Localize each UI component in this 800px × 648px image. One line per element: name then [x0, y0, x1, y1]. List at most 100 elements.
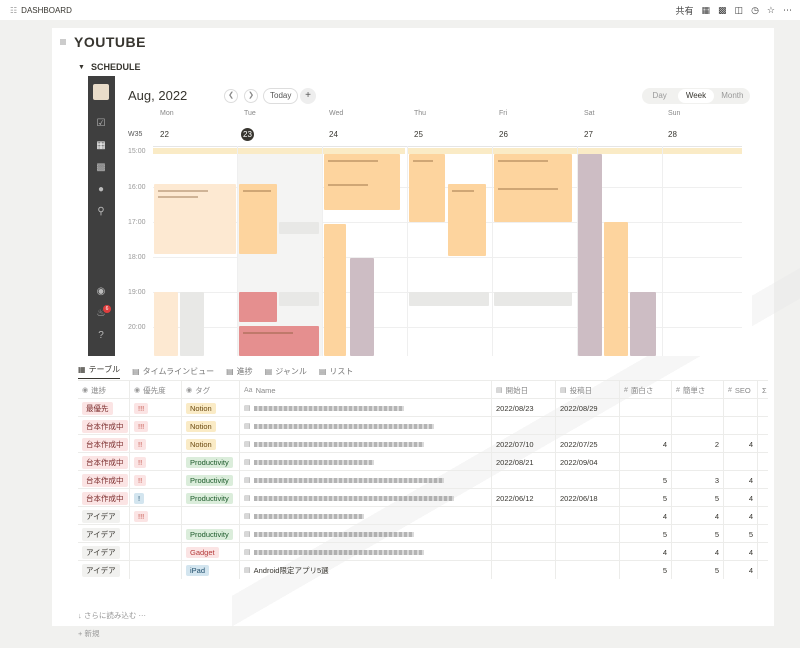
- status-cell[interactable]: アイデア: [78, 561, 130, 579]
- post-date-cell[interactable]: [556, 417, 620, 435]
- tag-cell[interactable]: Gadget: [182, 543, 240, 561]
- status-cell[interactable]: アイデア: [78, 507, 130, 525]
- search-icon[interactable]: ⚲: [95, 206, 107, 218]
- easy-cell[interactable]: 4: [672, 543, 724, 561]
- tag-cell[interactable]: Productivity: [182, 525, 240, 543]
- seo-cell[interactable]: 5: [724, 525, 758, 543]
- calendar-event[interactable]: [604, 222, 628, 356]
- apps-icon[interactable]: ▩: [718, 5, 727, 16]
- post-date-cell[interactable]: [556, 543, 620, 561]
- calendar-event[interactable]: [180, 292, 204, 356]
- easy-cell[interactable]: 5: [672, 489, 724, 507]
- history-icon[interactable]: ◷: [751, 5, 759, 16]
- avatar[interactable]: [93, 84, 109, 100]
- add-event-button[interactable]: +: [300, 88, 316, 104]
- calendar-event[interactable]: [239, 326, 319, 356]
- calendar-event[interactable]: [494, 154, 572, 222]
- schedule-toggle[interactable]: ▼ SCHEDULE: [78, 62, 140, 72]
- column-header[interactable]: ◉ 優先度: [130, 381, 182, 399]
- name-cell[interactable]: ▤: [240, 543, 492, 561]
- fun-cell[interactable]: 5: [620, 471, 672, 489]
- easy-cell[interactable]: 5: [672, 525, 724, 543]
- priority-cell[interactable]: [130, 561, 182, 579]
- tag-cell[interactable]: Productivity: [182, 471, 240, 489]
- calendar-event[interactable]: [630, 292, 656, 356]
- start-date-cell[interactable]: 2022/08/21: [492, 453, 556, 471]
- seo-cell[interactable]: 4: [724, 471, 758, 489]
- name-cell[interactable]: ▤: [240, 453, 492, 471]
- start-date-cell[interactable]: [492, 507, 556, 525]
- more-icon[interactable]: ⋯: [783, 5, 792, 16]
- fun-cell[interactable]: 5: [620, 489, 672, 507]
- next-arrow-icon[interactable]: ❯: [244, 89, 258, 103]
- calendar-event[interactable]: [409, 154, 445, 222]
- grid-icon[interactable]: ▦: [702, 5, 711, 16]
- column-header[interactable]: ▤ 開始日: [492, 381, 556, 399]
- seo-cell[interactable]: 4: [724, 435, 758, 453]
- fun-cell[interactable]: [620, 453, 672, 471]
- table-row[interactable]: 台本作成中! Productivity ▤ 2022/06/12 2022/06/18 5…: [78, 488, 768, 507]
- calendar-event[interactable]: [578, 154, 602, 356]
- checkbox-icon[interactable]: ☑: [95, 118, 107, 130]
- name-cell[interactable]: ▤: [240, 435, 492, 453]
- breadcrumb[interactable]: ☷ DASHBOARD: [0, 6, 676, 15]
- calendar-event[interactable]: [279, 292, 319, 306]
- apps-icon[interactable]: ▩: [95, 162, 107, 174]
- start-date-cell[interactable]: [492, 561, 556, 579]
- priority-cell[interactable]: !!: [130, 471, 182, 489]
- calendar-event[interactable]: [324, 154, 400, 210]
- name-cell[interactable]: ▤: [240, 399, 492, 417]
- tab-progress[interactable]: ▤ 進捗: [226, 364, 253, 379]
- start-date-cell[interactable]: 2022/06/12: [492, 489, 556, 507]
- fun-cell[interactable]: 4: [620, 435, 672, 453]
- share-button[interactable]: 共有: [676, 4, 694, 17]
- calendar-event[interactable]: [279, 222, 319, 234]
- calendar-event[interactable]: [239, 292, 277, 322]
- fun-cell[interactable]: 4: [620, 507, 672, 525]
- name-cell[interactable]: ▤: [240, 507, 492, 525]
- help-icon[interactable]: ?: [95, 330, 107, 342]
- table-row[interactable]: 台本作成中!! Productivity ▤ 5 3 4: [78, 470, 768, 489]
- fun-cell[interactable]: [620, 399, 672, 417]
- new-row-button[interactable]: + 新規: [78, 628, 99, 639]
- column-header[interactable]: # 簡単さ: [672, 381, 724, 399]
- location-icon[interactable]: ●: [95, 184, 107, 196]
- post-date-cell[interactable]: 2022/08/29: [556, 399, 620, 417]
- easy-cell[interactable]: 4: [672, 507, 724, 525]
- day-number[interactable]: 28: [668, 130, 677, 139]
- column-header[interactable]: ◉ タグ: [182, 381, 240, 399]
- calendar-event[interactable]: [154, 292, 178, 356]
- priority-cell[interactable]: !!!: [130, 399, 182, 417]
- load-more-button[interactable]: ↓ さらに読み込む ⋯: [78, 610, 146, 621]
- comment-icon[interactable]: ◫: [735, 5, 744, 16]
- priority-cell[interactable]: !!: [130, 435, 182, 453]
- toggle-triangle-icon[interactable]: ▼: [78, 64, 85, 71]
- name-cell[interactable]: ▤ Android限定アプリ5選: [240, 561, 492, 579]
- star-icon[interactable]: ☆: [767, 5, 775, 16]
- calendar-icon[interactable]: ▦: [95, 140, 107, 152]
- priority-cell[interactable]: !: [130, 489, 182, 507]
- table-row[interactable]: アイデア!!! ▤ 4 4 4: [78, 506, 768, 525]
- day-number[interactable]: 22: [160, 130, 169, 139]
- tag-cell[interactable]: Notion: [182, 417, 240, 435]
- easy-cell[interactable]: 3: [672, 471, 724, 489]
- fun-cell[interactable]: 5: [620, 525, 672, 543]
- tab-table[interactable]: ▦ テーブル: [78, 364, 121, 379]
- tab-genre[interactable]: ▤ ジャンル: [265, 364, 307, 379]
- priority-cell[interactable]: !!: [130, 453, 182, 471]
- tag-cell[interactable]: iPad: [182, 561, 240, 579]
- day-number[interactable]: 24: [329, 130, 338, 139]
- tab-list[interactable]: ▤ リスト: [319, 364, 354, 379]
- status-cell[interactable]: 台本作成中: [78, 453, 130, 471]
- table-row[interactable]: アイデア Productivity ▤ 5 5 5: [78, 524, 768, 543]
- easy-cell[interactable]: [672, 417, 724, 435]
- name-cell[interactable]: ▤: [240, 471, 492, 489]
- start-date-cell[interactable]: [492, 417, 556, 435]
- day-number-today[interactable]: 23: [241, 128, 254, 141]
- seo-cell[interactable]: 4: [724, 507, 758, 525]
- calendar-event[interactable]: [409, 292, 489, 306]
- start-date-cell[interactable]: 2022/07/10: [492, 435, 556, 453]
- post-date-cell[interactable]: [556, 561, 620, 579]
- today-button[interactable]: Today: [263, 88, 299, 104]
- column-header[interactable]: ▤ 投稿日: [556, 381, 620, 399]
